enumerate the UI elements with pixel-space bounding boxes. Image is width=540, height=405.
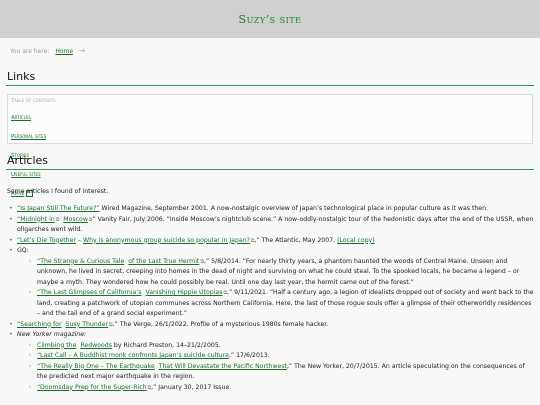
list-item: “Doomsday Prep for the Super-Rich⧉,” Jan… bbox=[27, 383, 534, 394]
article-link[interactable]: of the Last True Hermit bbox=[128, 258, 199, 265]
site-header: Suzy’s site bbox=[0, 0, 540, 38]
article-link[interactable]: “Let’s Die Together bbox=[17, 237, 76, 244]
group-label: New Yorker magazine: bbox=[17, 331, 87, 338]
list-item: “Midnight in⧉Moscow⧉” Vanity Fair, July … bbox=[7, 215, 534, 236]
article-link[interactable]: That Will Devastate the Pacific Northwes… bbox=[159, 363, 287, 370]
article-link[interactable]: Climbing the bbox=[37, 342, 76, 349]
article-link[interactable]: “Doomsday Prep for the Super-Rich bbox=[37, 384, 147, 391]
article-link[interactable]: “Last Call – A Buddhist monk confronts J… bbox=[37, 352, 229, 359]
list-item: New Yorker magazine: Climbing the Redwood… bbox=[7, 330, 534, 393]
links-divider bbox=[6, 85, 534, 86]
list-item: “Searching forSusy Thunder⧉,” The Verge,… bbox=[7, 320, 534, 331]
external-link-icon: ⧉ bbox=[55, 216, 60, 223]
table-of-contents: Table of contents: Articles Personal sit… bbox=[7, 94, 533, 197]
article-link[interactable]: “The Really Big One – The Earthquake bbox=[37, 363, 155, 370]
article-link[interactable]: Redwoods bbox=[80, 342, 112, 349]
article-desc: Wired Magazine, September 2001. A now-no… bbox=[99, 205, 488, 212]
article-desc: ,” January 30, 2017 Issue. bbox=[151, 383, 232, 391]
toc-item-articles[interactable]: Articles bbox=[11, 115, 31, 121]
article-desc: ” Vanity Fair, July 2006. “Inside Moscow… bbox=[17, 215, 534, 234]
list-item: “The Last Glimpses of California’s Vanish… bbox=[27, 288, 534, 320]
article-link[interactable]: “The Last Glimpses of California’s bbox=[37, 289, 141, 296]
article-link[interactable]: Vanishing Hippie Utopias bbox=[145, 289, 222, 296]
title-separator: – bbox=[75, 236, 83, 244]
list-item: “Let’s Die Together – Why is anonymous g… bbox=[7, 236, 534, 247]
local-copy-link[interactable]: (Local copy) bbox=[337, 237, 375, 244]
list-item: Climbing the Redwoods by Richard Preston,… bbox=[27, 341, 534, 352]
article-link[interactable]: “Searching for bbox=[17, 321, 62, 328]
articles-heading: Articles bbox=[7, 154, 49, 167]
breadcrumb: You are here: Home → bbox=[0, 42, 540, 60]
articles-divider bbox=[6, 169, 534, 170]
list-item: “The Really Big One – The Earthquake That… bbox=[27, 362, 534, 383]
article-link[interactable]: “The Strange & Curious Tale bbox=[37, 258, 124, 265]
links-heading: Links bbox=[7, 70, 36, 83]
toc-item-personal-sites[interactable]: Personal sites bbox=[11, 134, 46, 140]
list-item: GQ: “The Strange & Curious Tale of the La… bbox=[7, 246, 534, 320]
articles-list: “Is Japan Still The Future?” Wired Magaz… bbox=[7, 204, 534, 393]
toc-item-useful-sites[interactable]: Useful sites bbox=[11, 172, 41, 178]
article-desc: ,” The Atlantic, May 2007. bbox=[254, 236, 338, 244]
article-desc: by Richard Preston, 14–21/2/2005. bbox=[111, 341, 221, 349]
gq-list: “The Strange & Curious Tale of the Last T… bbox=[17, 257, 534, 320]
articles-intro: Some articles I found of interest. bbox=[7, 188, 109, 195]
article-desc: ,” The Verge, 26/1/2022. Profile of a my… bbox=[112, 320, 329, 328]
breadcrumb-label: You are here: bbox=[10, 47, 50, 55]
breadcrumb-arrow-icon: → bbox=[79, 47, 85, 55]
article-link[interactable]: Susy Thunder bbox=[66, 321, 109, 328]
article-link[interactable]: “Is Japan Still The Future?” bbox=[17, 205, 100, 212]
breadcrumb-home-link[interactable]: Home bbox=[55, 48, 73, 55]
list-item: “Last Call – A Buddhist monk confronts J… bbox=[27, 351, 534, 362]
article-link[interactable]: Moscow bbox=[63, 216, 88, 223]
new-yorker-list: Climbing the Redwoods by Richard Preston,… bbox=[17, 341, 534, 394]
site-title[interactable]: Suzy’s site bbox=[239, 13, 302, 26]
article-link[interactable]: “Midnight in bbox=[17, 216, 55, 223]
group-label: GQ: bbox=[17, 247, 29, 254]
article-link[interactable]: Why is anonymous group suicide so popula… bbox=[83, 237, 250, 244]
list-item: “The Strange & Curious Tale of the Last T… bbox=[27, 257, 534, 289]
list-item: “Is Japan Still The Future?” Wired Magaz… bbox=[7, 204, 534, 215]
article-desc: ,” 17/6/2013. bbox=[228, 352, 270, 359]
